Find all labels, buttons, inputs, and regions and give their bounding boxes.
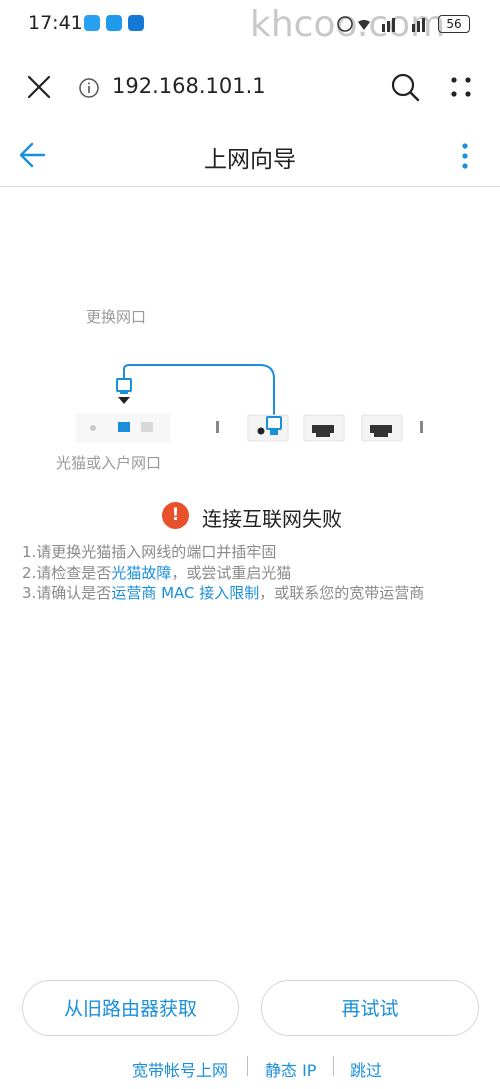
get-from-old-router-button[interactable]: 从旧路由器获取 [22, 980, 239, 1036]
tip-2-prefix: 2.请检查是否 [22, 564, 112, 582]
error-title: 连接互联网失败 [202, 507, 342, 531]
tip-1: 1.请更换光猫插入网线的端口并插牢固 [22, 541, 276, 562]
tip-1-text: 1.请更换光猫插入网线的端口并插牢固 [22, 543, 277, 561]
message-app-icon [106, 15, 122, 31]
retry-button[interactable]: 再试试 [261, 980, 479, 1036]
skip-link[interactable]: 跳过 [350, 1057, 382, 1081]
search-icon[interactable] [390, 72, 420, 102]
wifi-app-icon [84, 15, 100, 31]
tip-3: 3.请确认是否运营商 MAC 接入限制，或联系您的宽带运营商 [22, 582, 424, 603]
more-vertical-icon[interactable] [458, 142, 472, 170]
app-notification-icon [128, 15, 144, 31]
signal-wifi-icons [337, 16, 425, 32]
pppoe-link[interactable]: 宽带帐号上网 [132, 1057, 228, 1081]
info-icon[interactable] [78, 77, 100, 99]
footer-separator [247, 1056, 248, 1076]
connection-diagram [76, 364, 423, 443]
tip-2-suffix: ，或尝试重启光猫 [171, 564, 292, 582]
more-grid-icon[interactable] [449, 75, 473, 99]
mac-restriction-link[interactable]: 运营商 MAC 接入限制 [111, 584, 259, 602]
url-text[interactable]: 192.168.101.1 [112, 74, 266, 98]
battery-indicator: 56 [438, 15, 470, 33]
close-icon[interactable] [27, 75, 51, 99]
modem-fault-link[interactable]: 光猫故障 [111, 564, 171, 582]
page-title: 上网向导 [204, 147, 296, 173]
footer-separator [333, 1056, 334, 1076]
tip-3-prefix: 3.请确认是否 [22, 584, 112, 602]
static-ip-link[interactable]: 静态 IP [265, 1057, 316, 1081]
replace-port-label: 更换网口 [86, 308, 147, 326]
header-divider [0, 186, 500, 187]
tip-2: 2.请检查是否光猫故障，或尝试重启光猫 [22, 562, 291, 583]
modem-port-label: 光猫或入户网口 [56, 454, 162, 472]
status-time: 17:41 [28, 12, 83, 34]
tip-3-suffix: ，或联系您的宽带运营商 [259, 584, 425, 602]
error-icon: ! [162, 502, 189, 529]
